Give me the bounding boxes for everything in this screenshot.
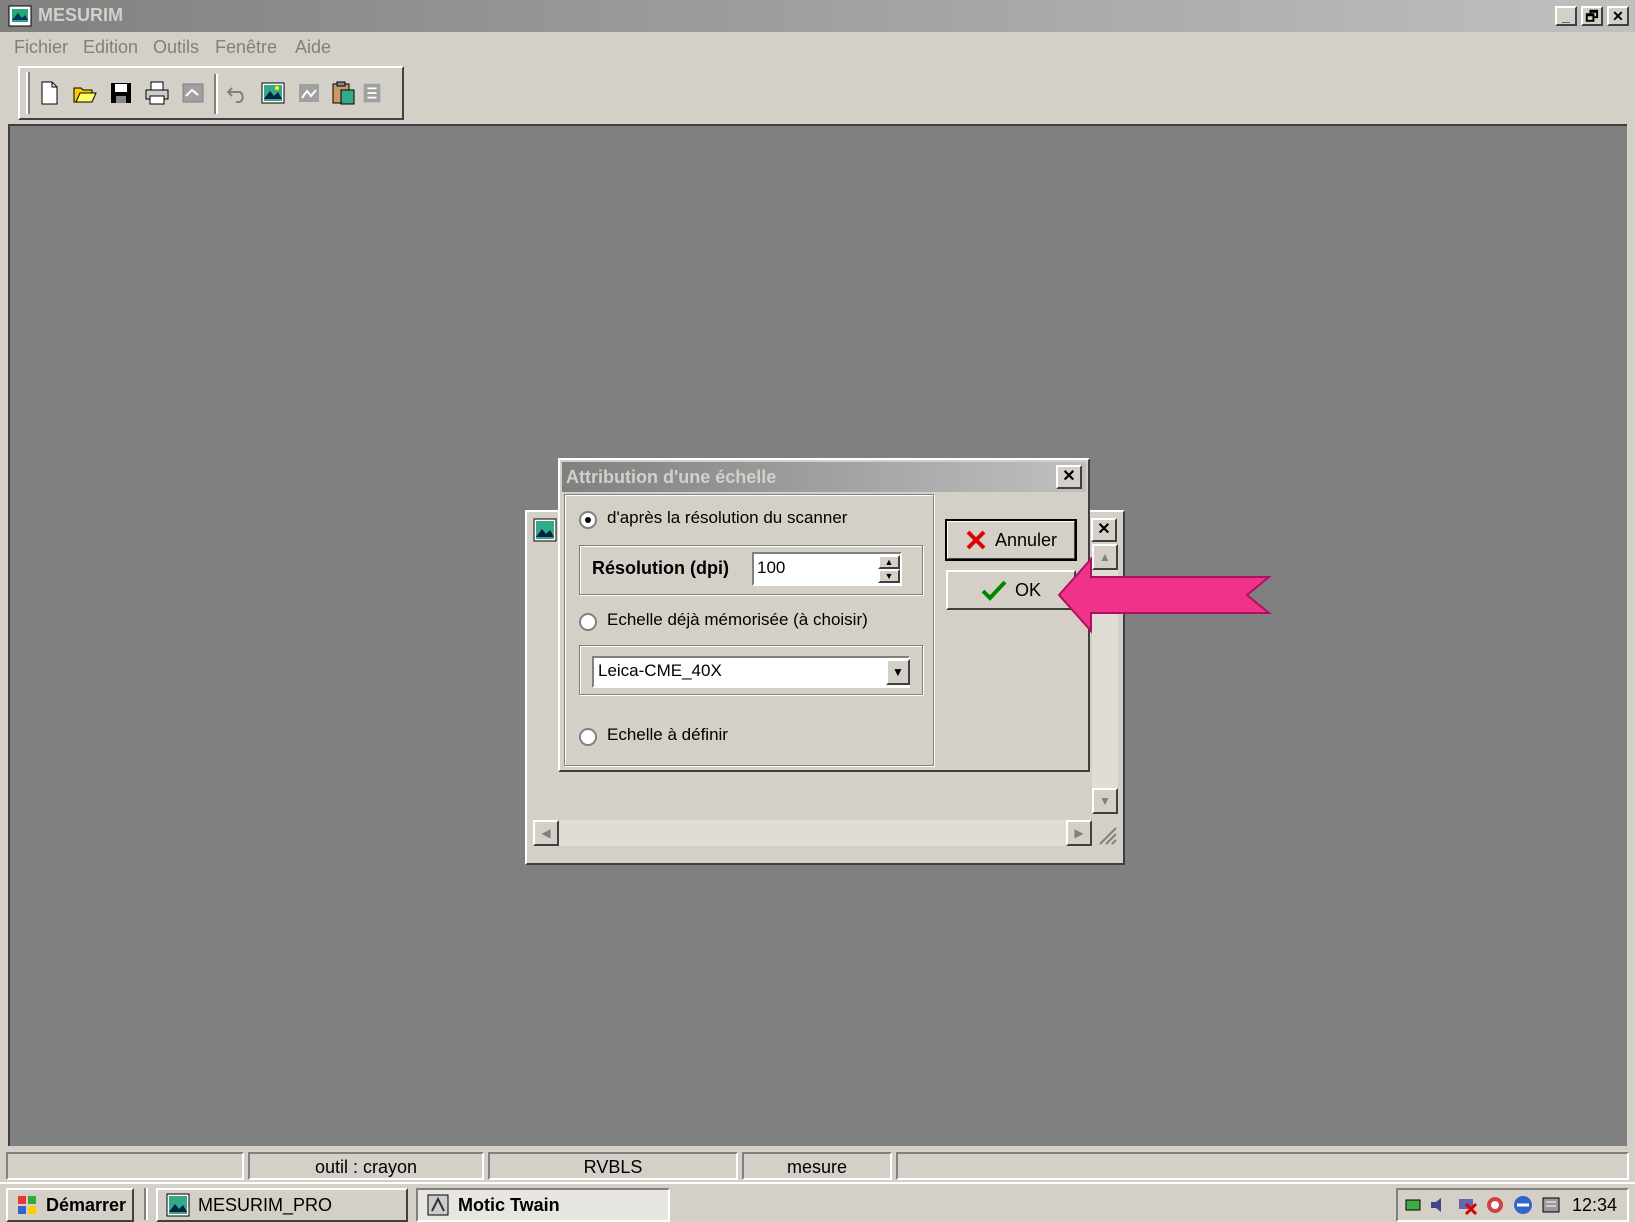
- status-tool: outil : crayon: [248, 1152, 484, 1180]
- open-folder-icon[interactable]: [68, 76, 102, 110]
- close-button[interactable]: ✕: [1607, 6, 1629, 26]
- chevron-down-icon[interactable]: ▼: [886, 659, 910, 685]
- start-button[interactable]: Démarrer: [6, 1188, 134, 1222]
- menu-fenetre[interactable]: Fenêtre: [215, 37, 277, 58]
- scale-options-group: d'après la résolution du scanner Résolut…: [564, 494, 934, 766]
- app-titlebar[interactable]: MESURIM _ 🗗 ✕: [0, 0, 1635, 32]
- menu-bar: Fichier Edition Outils Fenêtre Aide: [0, 32, 1635, 62]
- radio-memorized-scale[interactable]: [579, 613, 597, 631]
- resolution-input[interactable]: 100 ▲ ▼: [752, 552, 902, 586]
- status-panel-1: [6, 1152, 244, 1180]
- network-icon[interactable]: [1402, 1194, 1424, 1216]
- app-title: MESURIM: [38, 5, 123, 25]
- scale-select[interactable]: Leica-CME_40X ▼: [592, 656, 910, 688]
- cancel-button-label: Annuler: [994, 529, 1058, 550]
- toolbar-grip[interactable]: [26, 72, 30, 114]
- toolbar: [18, 66, 404, 120]
- status-panel-5: [896, 1152, 1629, 1180]
- scroll-right-button[interactable]: ▶: [1066, 820, 1092, 846]
- radio-memorized-scale-label[interactable]: Echelle déjà mémorisée (à choisir): [607, 610, 868, 630]
- cancel-x-icon: [966, 530, 986, 550]
- spin-up-button[interactable]: ▲: [878, 555, 900, 569]
- restore-button[interactable]: 🗗: [1581, 6, 1603, 26]
- resize-grip-icon[interactable]: [1094, 822, 1118, 846]
- motic-task-icon: [427, 1194, 449, 1216]
- spin-down-button[interactable]: ▼: [878, 569, 900, 583]
- dialog-titlebar[interactable]: Attribution d'une échelle ✕: [562, 462, 1086, 492]
- image-window-icon: [533, 518, 557, 542]
- cancel-button[interactable]: Annuler: [945, 519, 1077, 561]
- scroll-down-button[interactable]: ▼: [1092, 788, 1118, 814]
- dialog-close-button[interactable]: ✕: [1056, 465, 1082, 489]
- scale-select-value: Leica-CME_40X: [598, 661, 722, 680]
- image-icon[interactable]: [256, 76, 290, 110]
- radio-define-scale-label[interactable]: Echelle à définir: [607, 725, 728, 745]
- scale-select-group: Leica-CME_40X ▼: [579, 645, 923, 695]
- start-label: Démarrer: [46, 1194, 127, 1215]
- undo-icon[interactable]: [220, 76, 254, 110]
- paste-icon[interactable]: [326, 76, 360, 110]
- horizontal-scrollbar[interactable]: ◀ ▶: [533, 820, 1092, 846]
- radio-scanner-resolution[interactable]: [579, 511, 597, 529]
- disabled-image-icon[interactable]: [292, 76, 326, 110]
- status-bar: outil : crayon RVBLS mesure: [0, 1148, 1635, 1182]
- disabled-tool-icon[interactable]: [176, 76, 210, 110]
- save-icon[interactable]: [104, 76, 138, 110]
- hardware-icon[interactable]: [1540, 1194, 1562, 1216]
- task-mesurim-pro[interactable]: MESURIM_PRO: [156, 1188, 408, 1222]
- security-icon[interactable]: [1484, 1194, 1506, 1216]
- resolution-group: Résolution (dpi) 100 ▲ ▼: [579, 545, 923, 595]
- taskbar: Démarrer MESURIM_PRO Motic Twain 12:34: [0, 1182, 1635, 1222]
- resolution-value: 100: [757, 558, 786, 577]
- scale-dialog: Attribution d'une échelle ✕ d'après la r…: [558, 458, 1090, 772]
- new-file-icon[interactable]: [32, 76, 66, 110]
- disabled-extra-icon[interactable]: [360, 76, 384, 110]
- menu-fichier[interactable]: Fichier: [14, 37, 68, 58]
- system-tray: 12:34: [1396, 1188, 1629, 1222]
- image-window-close-button[interactable]: ✕: [1091, 518, 1117, 542]
- taskbar-separator: [144, 1188, 148, 1220]
- menu-edition[interactable]: Edition: [83, 37, 138, 58]
- task-motic-label: Motic Twain: [458, 1194, 560, 1215]
- disconnected-icon[interactable]: [1456, 1194, 1478, 1216]
- menu-aide[interactable]: Aide: [295, 37, 331, 58]
- dialog-title: Attribution d'une échelle: [566, 467, 777, 487]
- menu-outils[interactable]: Outils: [153, 37, 199, 58]
- mesurim-task-icon: [166, 1193, 190, 1217]
- task-motic-twain[interactable]: Motic Twain: [416, 1188, 670, 1222]
- print-icon[interactable]: [140, 76, 174, 110]
- task-mesurim-label: MESURIM_PRO: [198, 1194, 333, 1215]
- scroll-left-button[interactable]: ◀: [533, 820, 559, 846]
- toolbar-separator: [214, 74, 218, 114]
- windows-logo-icon: [18, 1196, 36, 1214]
- checkmark-icon: [981, 580, 1007, 601]
- status-color-mode: RVBLS: [488, 1152, 738, 1180]
- update-icon[interactable]: [1512, 1194, 1534, 1216]
- resolution-label: Résolution (dpi): [592, 558, 729, 578]
- volume-icon[interactable]: [1428, 1194, 1450, 1216]
- status-mode: mesure: [742, 1152, 892, 1180]
- minimize-button[interactable]: _: [1555, 6, 1577, 26]
- app-icon: [8, 5, 32, 27]
- clock: 12:34: [1572, 1195, 1618, 1215]
- pointer-arrow-icon: [1057, 556, 1272, 634]
- radio-define-scale[interactable]: [579, 728, 597, 746]
- ok-button-label: OK: [1014, 579, 1041, 600]
- radio-scanner-resolution-label[interactable]: d'après la résolution du scanner: [607, 508, 847, 528]
